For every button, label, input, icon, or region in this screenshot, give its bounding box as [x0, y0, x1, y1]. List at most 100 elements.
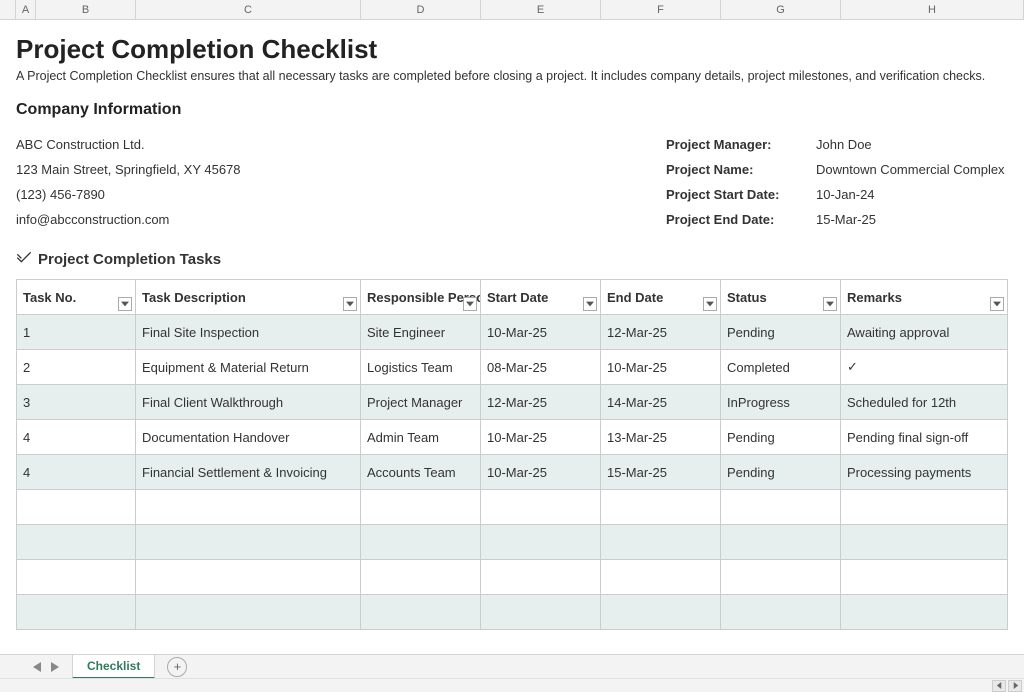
- cell-remarks[interactable]: Awaiting approval: [841, 315, 1008, 350]
- cell-desc[interactable]: Final Site Inspection: [136, 315, 361, 350]
- table-row[interactable]: [17, 490, 1008, 525]
- cell-remarks[interactable]: [841, 595, 1008, 630]
- cell-remarks[interactable]: Scheduled for 12th: [841, 385, 1008, 420]
- cell-status[interactable]: Pending: [721, 420, 841, 455]
- cell-end[interactable]: 13-Mar-25: [601, 420, 721, 455]
- filter-dropdown-icon[interactable]: [823, 297, 837, 311]
- cell-end[interactable]: [601, 560, 721, 595]
- cell-end[interactable]: 14-Mar-25: [601, 385, 721, 420]
- col-header-H[interactable]: H: [841, 0, 1024, 19]
- cell-resp[interactable]: [361, 525, 481, 560]
- th-start[interactable]: Start Date: [481, 280, 601, 315]
- cell-end[interactable]: 12-Mar-25: [601, 315, 721, 350]
- cell-status[interactable]: [721, 490, 841, 525]
- cell-status[interactable]: [721, 525, 841, 560]
- sheet-tab-checklist[interactable]: Checklist: [72, 655, 155, 679]
- cell-end[interactable]: [601, 490, 721, 525]
- cell-remarks[interactable]: [841, 490, 1008, 525]
- add-sheet-button[interactable]: +: [167, 657, 187, 677]
- cell-resp[interactable]: Project Manager: [361, 385, 481, 420]
- cell-start[interactable]: 10-Mar-25: [481, 455, 601, 490]
- col-header-F[interactable]: F: [601, 0, 721, 19]
- horizontal-scrollbar[interactable]: [0, 678, 1024, 692]
- table-row[interactable]: 2Equipment & Material ReturnLogistics Te…: [17, 350, 1008, 385]
- cell-start[interactable]: 08-Mar-25: [481, 350, 601, 385]
- th-task-desc[interactable]: Task Description: [136, 280, 361, 315]
- th-remarks[interactable]: Remarks: [841, 280, 1008, 315]
- cell-remarks[interactable]: [841, 560, 1008, 595]
- table-row[interactable]: [17, 525, 1008, 560]
- filter-dropdown-icon[interactable]: [990, 297, 1004, 311]
- filter-dropdown-icon[interactable]: [703, 297, 717, 311]
- cell-desc[interactable]: [136, 490, 361, 525]
- cell-no[interactable]: [17, 595, 136, 630]
- col-header-G[interactable]: G: [721, 0, 841, 19]
- cell-end[interactable]: 10-Mar-25: [601, 350, 721, 385]
- cell-desc[interactable]: Financial Settlement & Invoicing: [136, 455, 361, 490]
- cell-remarks[interactable]: Pending final sign-off: [841, 420, 1008, 455]
- cell-desc[interactable]: Documentation Handover: [136, 420, 361, 455]
- scroll-left-button[interactable]: [992, 680, 1006, 692]
- cell-desc[interactable]: [136, 560, 361, 595]
- cell-remarks[interactable]: Processing payments: [841, 455, 1008, 490]
- cell-no[interactable]: 4: [17, 420, 136, 455]
- cell-no[interactable]: 2: [17, 350, 136, 385]
- filter-dropdown-icon[interactable]: [463, 297, 477, 311]
- cell-start[interactable]: [481, 595, 601, 630]
- table-row[interactable]: 4Documentation HandoverAdmin Team10-Mar-…: [17, 420, 1008, 455]
- cell-resp[interactable]: Site Engineer: [361, 315, 481, 350]
- th-task-no[interactable]: Task No.: [17, 280, 136, 315]
- next-sheet-button[interactable]: [48, 660, 62, 674]
- table-row[interactable]: [17, 595, 1008, 630]
- col-header-E[interactable]: E: [481, 0, 601, 19]
- cell-status[interactable]: [721, 595, 841, 630]
- cell-resp[interactable]: [361, 595, 481, 630]
- cell-status[interactable]: Completed: [721, 350, 841, 385]
- cell-status[interactable]: InProgress: [721, 385, 841, 420]
- cell-remarks[interactable]: ✓: [841, 350, 1008, 385]
- cell-resp[interactable]: [361, 560, 481, 595]
- cell-resp[interactable]: Admin Team: [361, 420, 481, 455]
- cell-start[interactable]: 12-Mar-25: [481, 385, 601, 420]
- th-status[interactable]: Status: [721, 280, 841, 315]
- cell-remarks[interactable]: [841, 525, 1008, 560]
- col-header-C[interactable]: C: [136, 0, 361, 19]
- col-header-B[interactable]: B: [36, 0, 136, 19]
- filter-dropdown-icon[interactable]: [343, 297, 357, 311]
- cell-desc[interactable]: [136, 595, 361, 630]
- scroll-right-button[interactable]: [1008, 680, 1022, 692]
- cell-start[interactable]: [481, 525, 601, 560]
- cell-start[interactable]: 10-Mar-25: [481, 420, 601, 455]
- filter-dropdown-icon[interactable]: [583, 297, 597, 311]
- table-row[interactable]: 4Financial Settlement & InvoicingAccount…: [17, 455, 1008, 490]
- table-row[interactable]: 3Final Client WalkthroughProject Manager…: [17, 385, 1008, 420]
- cell-resp[interactable]: Logistics Team: [361, 350, 481, 385]
- cell-resp[interactable]: [361, 490, 481, 525]
- table-row[interactable]: 1Final Site InspectionSite Engineer10-Ma…: [17, 315, 1008, 350]
- cell-no[interactable]: [17, 525, 136, 560]
- cell-start[interactable]: 10-Mar-25: [481, 315, 601, 350]
- cell-desc[interactable]: [136, 525, 361, 560]
- cell-start[interactable]: [481, 490, 601, 525]
- filter-dropdown-icon[interactable]: [118, 297, 132, 311]
- cell-status[interactable]: Pending: [721, 315, 841, 350]
- cell-resp[interactable]: Accounts Team: [361, 455, 481, 490]
- cell-desc[interactable]: Equipment & Material Return: [136, 350, 361, 385]
- cell-no[interactable]: [17, 560, 136, 595]
- table-row[interactable]: [17, 560, 1008, 595]
- cell-end[interactable]: 15-Mar-25: [601, 455, 721, 490]
- cell-desc[interactable]: Final Client Walkthrough: [136, 385, 361, 420]
- cell-end[interactable]: [601, 595, 721, 630]
- th-resp[interactable]: Responsible Person: [361, 280, 481, 315]
- col-header-D[interactable]: D: [361, 0, 481, 19]
- prev-sheet-button[interactable]: [30, 660, 44, 674]
- cell-status[interactable]: Pending: [721, 455, 841, 490]
- cell-end[interactable]: [601, 525, 721, 560]
- cell-no[interactable]: [17, 490, 136, 525]
- th-end[interactable]: End Date: [601, 280, 721, 315]
- cell-status[interactable]: [721, 560, 841, 595]
- cell-no[interactable]: 3: [17, 385, 136, 420]
- cell-no[interactable]: 1: [17, 315, 136, 350]
- cell-no[interactable]: 4: [17, 455, 136, 490]
- col-header-A[interactable]: A: [16, 0, 36, 19]
